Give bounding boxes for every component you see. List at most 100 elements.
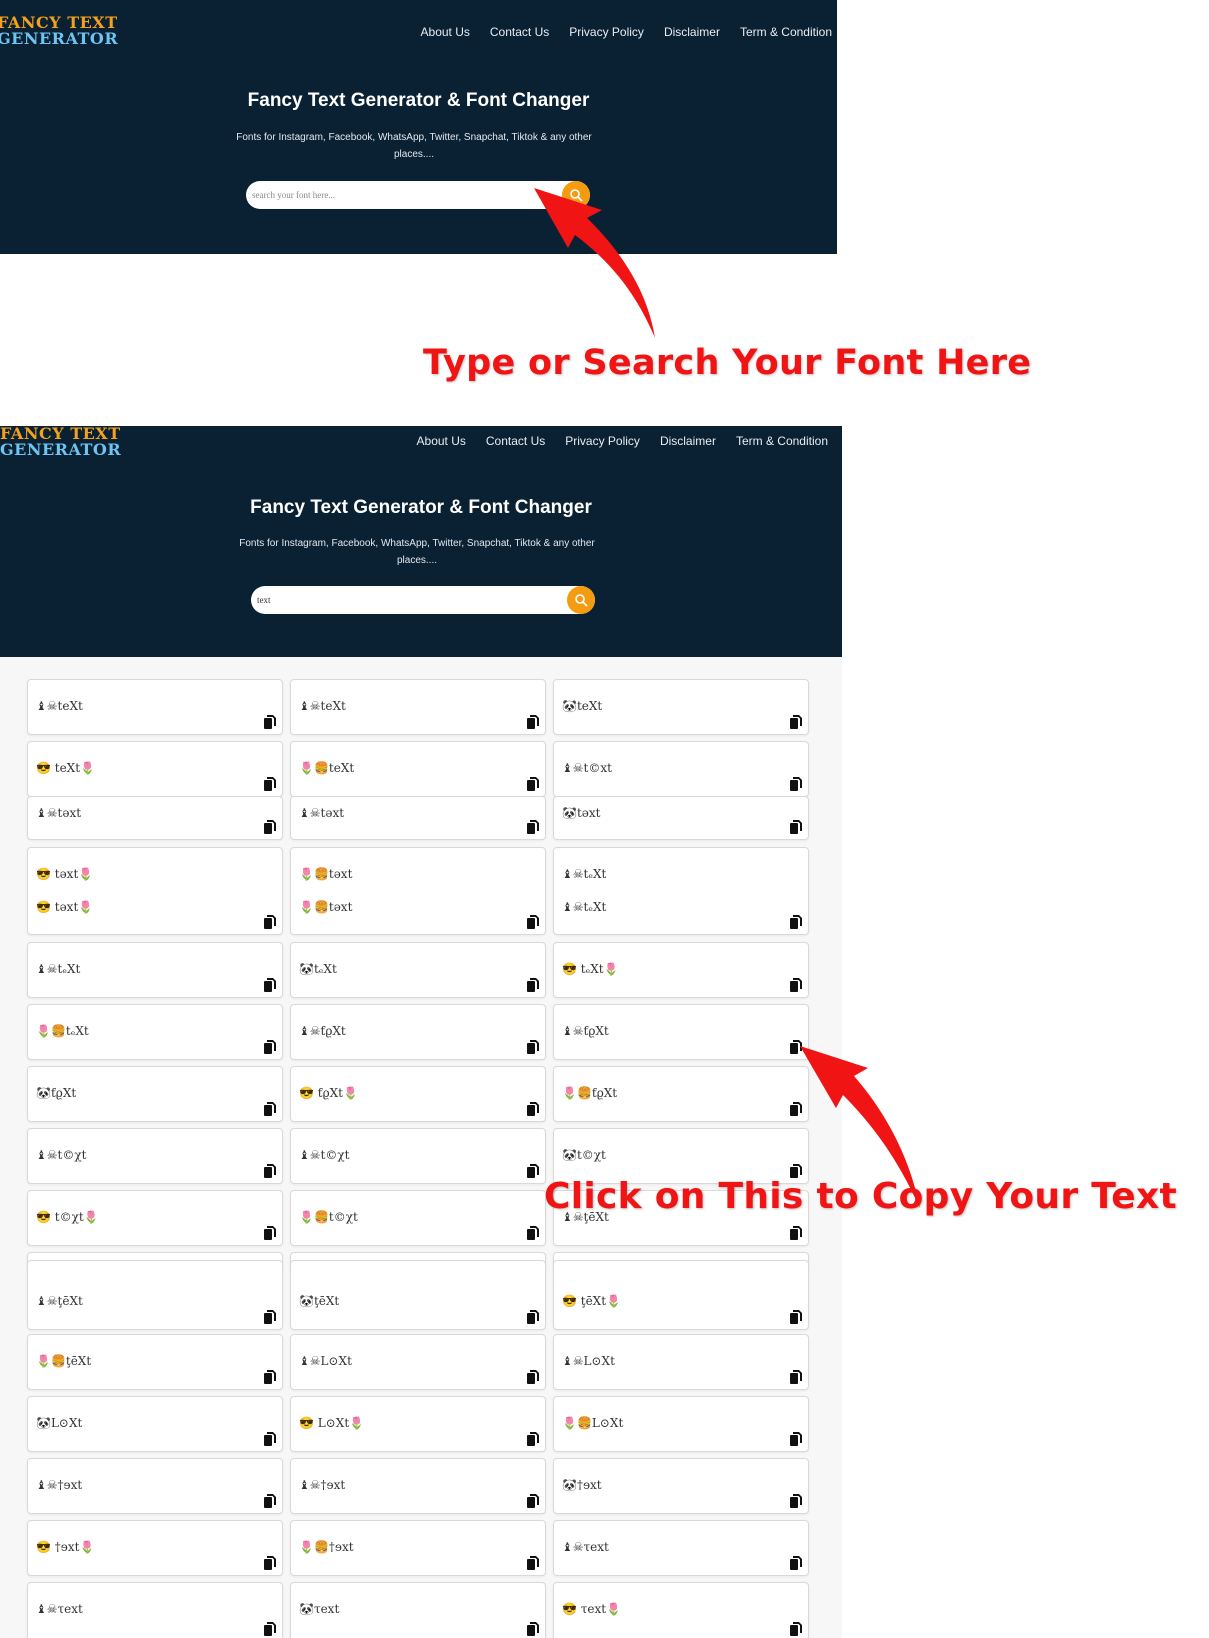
font-result-card[interactable]: ♝☠t©χt bbox=[27, 1128, 283, 1184]
font-result-card[interactable]: 🐼tₑXt bbox=[290, 942, 546, 998]
font-result-text[interactable]: ♝☠ƭϱⅩt bbox=[562, 1024, 609, 1038]
font-result-card[interactable]: 🌷🍔†ɘxt bbox=[290, 1520, 546, 1576]
font-result-text[interactable]: 🐼t©χt bbox=[562, 1148, 606, 1162]
font-result-card[interactable]: ♝☠τext bbox=[553, 1520, 809, 1576]
copy-icon[interactable] bbox=[527, 820, 539, 834]
copy-icon[interactable] bbox=[527, 1556, 539, 1570]
font-result-text[interactable]: 😎 τext🌷 bbox=[562, 1602, 621, 1616]
font-result-card[interactable]: ♝☠ţēXt bbox=[27, 1260, 283, 1330]
font-result-card[interactable]: 🌷🍔L⊙Xt bbox=[553, 1396, 809, 1452]
font-result-card[interactable]: ♝☠ƭϱⅩt bbox=[290, 1004, 546, 1060]
font-result-text[interactable]: 🌷🍔tₑXt bbox=[36, 1024, 89, 1038]
font-result-card[interactable]: ♝☠teXt bbox=[27, 679, 283, 735]
font-result-text[interactable]: 😎 tₑXt🌷 bbox=[562, 962, 619, 976]
copy-icon[interactable] bbox=[527, 1164, 539, 1178]
font-result-text[interactable]: 🌷🍔teXt bbox=[299, 761, 354, 775]
font-result-card[interactable]: 🌷🍔ƭϱⅩt bbox=[553, 1066, 809, 1122]
font-result-text[interactable]: ♝☠tₑXt bbox=[36, 962, 80, 976]
font-result-text[interactable]: ♝☠ţēXt bbox=[36, 1294, 83, 1308]
font-result-text[interactable]: 🌷🍔L⊙Xt bbox=[562, 1416, 623, 1430]
site-logo[interactable]: FANCY TEXT GENERATOR bbox=[0, 426, 121, 458]
copy-icon[interactable] bbox=[790, 1370, 802, 1384]
font-result-text[interactable]: 😎 †ɘxt🌷 bbox=[36, 1540, 94, 1554]
copy-icon[interactable] bbox=[790, 1102, 802, 1116]
font-result-text[interactable]: ♝☠†ɘxt bbox=[36, 1478, 82, 1492]
search-input[interactable] bbox=[252, 181, 552, 209]
font-result-card[interactable]: 😎 ƭϱⅩt🌷 bbox=[290, 1066, 546, 1122]
font-result-card[interactable]: 😎 L⊙Xt🌷 bbox=[290, 1396, 546, 1452]
font-result-text[interactable]: ♝☠teXt bbox=[299, 699, 346, 713]
copy-icon[interactable] bbox=[527, 1432, 539, 1446]
nav-privacy-policy[interactable]: Privacy Policy bbox=[565, 434, 640, 448]
font-result-text[interactable]: ♝☠teXt bbox=[36, 699, 83, 713]
font-result-card[interactable]: ♝☠təxt bbox=[27, 796, 283, 840]
font-result-card[interactable]: 🌷🍔təxt 🌷🍔təxt bbox=[290, 847, 546, 935]
font-result-card[interactable]: ♝☠τext bbox=[27, 1582, 283, 1638]
font-result-card[interactable]: 🌷🍔teXt bbox=[290, 741, 546, 797]
copy-icon[interactable] bbox=[264, 915, 276, 929]
copy-icon[interactable] bbox=[264, 1494, 276, 1508]
font-result-card[interactable]: ♝☠†ɘxt bbox=[27, 1458, 283, 1514]
copy-icon[interactable] bbox=[527, 1040, 539, 1054]
copy-icon[interactable] bbox=[264, 777, 276, 791]
search-button[interactable] bbox=[562, 181, 590, 209]
copy-icon[interactable] bbox=[527, 777, 539, 791]
font-result-text[interactable]: 🌷🍔təxt bbox=[299, 900, 352, 914]
font-result-text[interactable]: 😎 L⊙Xt🌷 bbox=[299, 1416, 364, 1430]
font-result-text[interactable]: ♝☠t©xt bbox=[562, 761, 612, 775]
font-result-card[interactable]: 😎 teXt🌷 bbox=[27, 741, 283, 797]
font-result-text[interactable]: 😎 təxt🌷 bbox=[36, 867, 93, 881]
copy-icon[interactable] bbox=[527, 1370, 539, 1384]
font-result-text[interactable]: 😎 ţēXt🌷 bbox=[562, 1294, 621, 1308]
font-result-text[interactable]: 🐼teXt bbox=[562, 699, 602, 713]
font-result-text[interactable]: 🐼ƭϱⅩt bbox=[36, 1086, 76, 1100]
nav-contact-us[interactable]: Contact Us bbox=[486, 434, 545, 448]
font-result-card[interactable]: ♝☠ƭϱⅩt bbox=[553, 1004, 809, 1060]
font-result-card[interactable]: ♝☠teXt bbox=[290, 679, 546, 735]
font-result-card[interactable]: 😎 †ɘxt🌷 bbox=[27, 1520, 283, 1576]
nav-disclaimer[interactable]: Disclaimer bbox=[664, 25, 720, 39]
font-result-card[interactable]: ♝☠L⊙Xt bbox=[290, 1334, 546, 1390]
copy-icon[interactable] bbox=[527, 1622, 539, 1636]
font-result-card[interactable]: 🐼†ɘxt bbox=[553, 1458, 809, 1514]
nav-contact-us[interactable]: Contact Us bbox=[490, 25, 549, 39]
font-result-text[interactable]: ♝☠tₑXt bbox=[562, 867, 606, 881]
nav-privacy-policy[interactable]: Privacy Policy bbox=[569, 25, 644, 39]
font-result-card[interactable]: ♝☠tₑXt bbox=[27, 942, 283, 998]
font-result-card[interactable]: 😎 tₑXt🌷 bbox=[553, 942, 809, 998]
font-result-text[interactable]: 😎 t©χt🌷 bbox=[36, 1210, 99, 1224]
font-result-text[interactable]: 🌷🍔†ɘxt bbox=[299, 1540, 354, 1554]
copy-icon[interactable] bbox=[264, 1102, 276, 1116]
font-result-card[interactable]: 😎 ţēXt🌷 bbox=[553, 1260, 809, 1330]
site-logo[interactable]: FANCY TEXT GENERATOR bbox=[0, 15, 118, 47]
copy-icon[interactable] bbox=[264, 1040, 276, 1054]
font-result-card[interactable]: 😎 t©χt🌷 bbox=[27, 1190, 283, 1246]
copy-icon[interactable] bbox=[264, 1310, 276, 1324]
font-result-text[interactable]: ♝☠L⊙Xt bbox=[299, 1354, 352, 1368]
copy-icon[interactable] bbox=[790, 1226, 802, 1240]
font-result-text[interactable]: 😎 ƭϱⅩt🌷 bbox=[299, 1086, 358, 1100]
font-result-text[interactable]: 🐼τext bbox=[299, 1602, 339, 1616]
font-result-text[interactable]: ♝☠L⊙Xt bbox=[562, 1354, 615, 1368]
font-result-card[interactable]: 😎 τext🌷 bbox=[553, 1582, 809, 1638]
nav-term-condition[interactable]: Term & Condition bbox=[736, 434, 828, 448]
font-result-text[interactable]: 😎 teXt🌷 bbox=[36, 761, 95, 775]
font-result-text[interactable]: 🐼tₑXt bbox=[299, 962, 337, 976]
search-button[interactable] bbox=[567, 586, 595, 614]
copy-icon[interactable] bbox=[790, 777, 802, 791]
font-result-card[interactable]: 🌷🍔ţēXt bbox=[27, 1334, 283, 1390]
nav-disclaimer[interactable]: Disclaimer bbox=[660, 434, 716, 448]
font-result-card[interactable]: 🌷🍔t©χt bbox=[290, 1190, 546, 1246]
copy-icon[interactable] bbox=[264, 715, 276, 729]
font-result-card[interactable]: ♝☠L⊙Xt bbox=[553, 1334, 809, 1390]
copy-icon[interactable] bbox=[264, 1622, 276, 1636]
copy-icon[interactable] bbox=[790, 715, 802, 729]
font-result-card[interactable]: 🐼ţēXt bbox=[290, 1260, 546, 1330]
font-result-text[interactable]: ♝☠t©χt bbox=[36, 1148, 86, 1162]
font-result-text[interactable]: 😎 təxt🌷 bbox=[36, 900, 93, 914]
search-input[interactable] bbox=[257, 586, 557, 614]
copy-icon[interactable] bbox=[790, 1040, 802, 1054]
font-result-card[interactable]: ♝☠t©xt bbox=[553, 741, 809, 797]
copy-icon[interactable] bbox=[790, 1622, 802, 1636]
copy-icon[interactable] bbox=[790, 1556, 802, 1570]
